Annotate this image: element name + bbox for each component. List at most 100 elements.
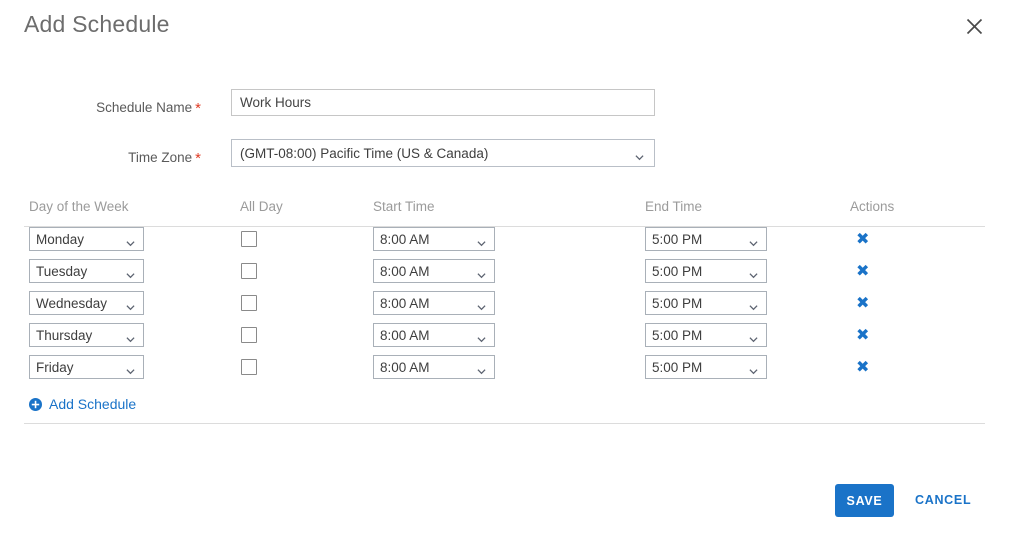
column-header-start-time: Start Time bbox=[373, 199, 435, 214]
all-day-cell bbox=[240, 259, 280, 283]
end-time-select[interactable]: 5:00 PM bbox=[645, 355, 767, 379]
chevron-down-icon bbox=[126, 299, 135, 310]
add-schedule-link-label: Add Schedule bbox=[49, 396, 137, 412]
end-time-value: 5:00 PM bbox=[652, 359, 703, 375]
start-time-select[interactable]: 8:00 AM bbox=[373, 323, 495, 347]
end-time-select[interactable]: 5:00 PM bbox=[645, 291, 767, 315]
time-zone-row: Time Zone * (GMT-08:00) Pacific Time (US … bbox=[0, 139, 1009, 173]
table-row: Wednesday 8:00 AM 5:00 PM ✖ bbox=[24, 291, 985, 323]
time-zone-label: Time Zone * bbox=[0, 147, 201, 169]
end-time-select[interactable]: 5:00 PM bbox=[645, 227, 767, 251]
column-header-all-day: All Day bbox=[240, 199, 283, 214]
end-time-value: 5:00 PM bbox=[652, 231, 703, 247]
all-day-checkbox[interactable] bbox=[241, 263, 257, 279]
all-day-cell bbox=[240, 227, 280, 251]
close-button[interactable] bbox=[961, 13, 987, 39]
day-value: Tuesday bbox=[36, 263, 88, 279]
chevron-down-icon bbox=[477, 363, 486, 374]
chevron-down-icon bbox=[477, 331, 486, 342]
start-time-select[interactable]: 8:00 AM bbox=[373, 291, 495, 315]
plus-circle-icon bbox=[29, 397, 42, 411]
end-time-select[interactable]: 5:00 PM bbox=[645, 323, 767, 347]
schedule-table: Day of the Week All Day Start Time End T… bbox=[24, 196, 985, 387]
table-row: Monday 8:00 AM 5:00 PM ✖ bbox=[24, 227, 985, 259]
column-header-day: Day of the Week bbox=[29, 199, 129, 214]
all-day-checkbox[interactable] bbox=[241, 327, 257, 343]
all-day-checkbox[interactable] bbox=[241, 295, 257, 311]
day-select[interactable]: Wednesday bbox=[29, 291, 144, 315]
day-select[interactable]: Thursday bbox=[29, 323, 144, 347]
table-body: Monday 8:00 AM 5:00 PM ✖ Tuesday 8:00 AM 5:00 … bbox=[24, 227, 985, 387]
end-time-value: 5:00 PM bbox=[652, 295, 703, 311]
table-row: Tuesday 8:00 AM 5:00 PM ✖ bbox=[24, 259, 985, 291]
chevron-down-icon bbox=[477, 235, 486, 246]
cancel-button[interactable]: CANCEL bbox=[915, 493, 971, 507]
required-asterisk: * bbox=[195, 150, 201, 167]
start-time-value: 8:00 AM bbox=[380, 327, 430, 343]
column-header-end-time: End Time bbox=[645, 199, 703, 214]
chevron-down-icon bbox=[126, 331, 135, 342]
chevron-down-icon bbox=[749, 235, 758, 246]
chevron-down-icon bbox=[749, 267, 758, 278]
start-time-select[interactable]: 8:00 AM bbox=[373, 227, 495, 251]
chevron-down-icon bbox=[749, 299, 758, 310]
page-title: Add Schedule bbox=[24, 11, 170, 37]
start-time-value: 8:00 AM bbox=[380, 295, 430, 311]
schedule-name-label: Schedule Name * bbox=[0, 97, 201, 119]
chevron-down-icon bbox=[126, 235, 135, 246]
day-value: Friday bbox=[36, 359, 74, 375]
day-value: Thursday bbox=[36, 327, 93, 343]
all-day-checkbox[interactable] bbox=[241, 359, 257, 375]
chevron-down-icon bbox=[635, 149, 644, 160]
schedule-name-row: Schedule Name * bbox=[0, 89, 1009, 123]
end-time-select[interactable]: 5:00 PM bbox=[645, 259, 767, 283]
all-day-cell bbox=[240, 323, 280, 347]
all-day-checkbox[interactable] bbox=[241, 231, 257, 247]
close-icon bbox=[965, 17, 984, 36]
save-button[interactable]: SAVE bbox=[835, 484, 894, 517]
required-asterisk: * bbox=[195, 100, 201, 117]
time-zone-select[interactable]: (GMT-08:00) Pacific Time (US & Canada) bbox=[231, 139, 655, 167]
start-time-value: 8:00 AM bbox=[380, 231, 430, 247]
day-select[interactable]: Tuesday bbox=[29, 259, 144, 283]
actions-cell: ✖ bbox=[850, 323, 890, 347]
delete-icon[interactable]: ✖ bbox=[856, 263, 869, 279]
start-time-value: 8:00 AM bbox=[380, 263, 430, 279]
start-time-value: 8:00 AM bbox=[380, 359, 430, 375]
actions-cell: ✖ bbox=[850, 291, 890, 315]
all-day-cell bbox=[240, 355, 280, 379]
actions-cell: ✖ bbox=[850, 355, 890, 379]
add-schedule-dialog: Add Schedule Schedule Name* Time Zone* (… bbox=[0, 0, 1009, 547]
delete-icon[interactable]: ✖ bbox=[856, 327, 869, 343]
table-header-row: Day of the Week All Day Start Time End T… bbox=[24, 196, 985, 227]
start-time-select[interactable]: 8:00 AM bbox=[373, 355, 495, 379]
delete-icon[interactable]: ✖ bbox=[856, 359, 869, 375]
actions-cell: ✖ bbox=[850, 259, 890, 283]
delete-icon[interactable]: ✖ bbox=[856, 231, 869, 247]
time-zone-value: (GMT-08:00) Pacific Time (US & Canada) bbox=[240, 145, 489, 161]
end-time-value: 5:00 PM bbox=[652, 327, 703, 343]
footer-divider bbox=[24, 423, 985, 424]
schedule-name-label-text: Schedule Name bbox=[96, 100, 193, 115]
delete-icon[interactable]: ✖ bbox=[856, 295, 869, 311]
add-schedule-link[interactable]: Add Schedule bbox=[29, 396, 136, 412]
chevron-down-icon bbox=[126, 267, 135, 278]
table-row: Friday 8:00 AM 5:00 PM ✖ bbox=[24, 355, 985, 387]
chevron-down-icon bbox=[749, 363, 758, 374]
start-time-select[interactable]: 8:00 AM bbox=[373, 259, 495, 283]
all-day-cell bbox=[240, 291, 280, 315]
day-value: Monday bbox=[36, 231, 85, 247]
schedule-name-input[interactable] bbox=[231, 89, 655, 116]
chevron-down-icon bbox=[477, 299, 486, 310]
end-time-value: 5:00 PM bbox=[652, 263, 703, 279]
actions-cell: ✖ bbox=[850, 227, 890, 251]
column-header-actions: Actions bbox=[850, 199, 895, 214]
table-row: Thursday 8:00 AM 5:00 PM ✖ bbox=[24, 323, 985, 355]
chevron-down-icon bbox=[749, 331, 758, 342]
day-select[interactable]: Monday bbox=[29, 227, 144, 251]
day-select[interactable]: Friday bbox=[29, 355, 144, 379]
day-value: Wednesday bbox=[36, 295, 108, 311]
chevron-down-icon bbox=[126, 363, 135, 374]
chevron-down-icon bbox=[477, 267, 486, 278]
time-zone-label-text: Time Zone bbox=[128, 150, 193, 165]
